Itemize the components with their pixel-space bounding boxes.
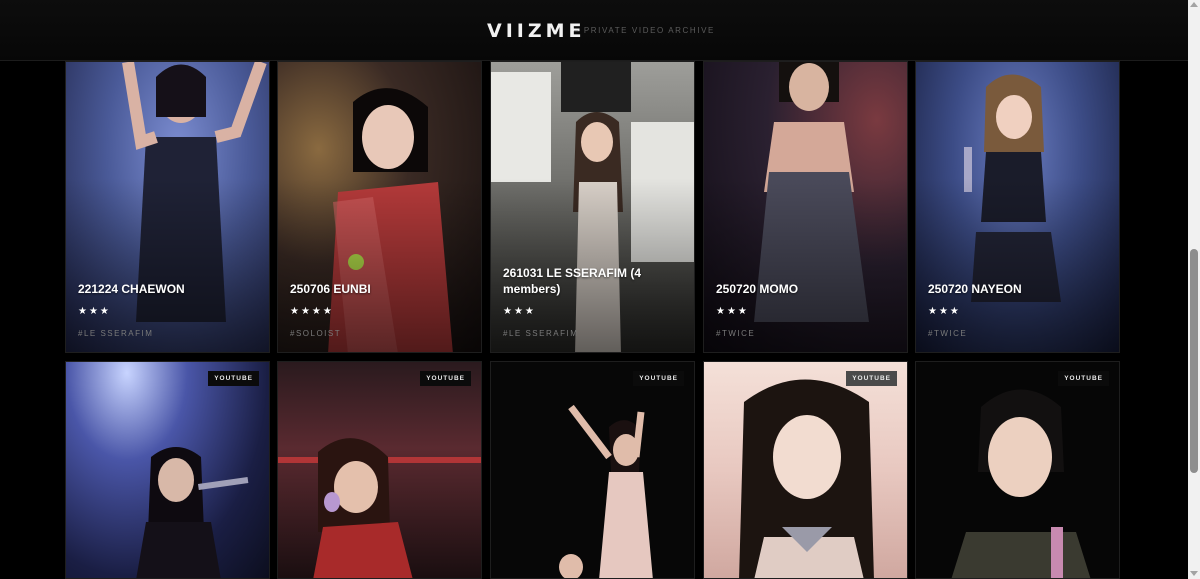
group-tag[interactable]: #TWICE [928,329,967,338]
video-title[interactable]: 250720 MOMO [716,281,897,297]
site-tagline: – PRIVATE VIDEO ARCHIVE [574,26,715,35]
site-logo[interactable]: VIIZME [487,20,586,42]
rating-stars: ★★★ [78,306,111,317]
video-card[interactable]: YOUTUBE [703,361,908,579]
video-card[interactable]: 221224 CHAEWON ★★★ #LE SSERAFIM [65,61,270,353]
card-gradient [704,178,907,352]
video-title[interactable]: 250720 NAYEON [928,281,1109,297]
video-card[interactable]: YOUTUBE [65,361,270,579]
video-card[interactable]: YOUTUBE [915,361,1120,579]
card-gradient [278,178,481,352]
youtube-badge: YOUTUBE [420,371,471,386]
youtube-badge: YOUTUBE [633,371,684,386]
video-card[interactable]: YOUTUBE [277,361,482,579]
video-title[interactable]: 221224 CHAEWON [78,281,259,297]
rating-stars: ★★★★ [290,306,334,317]
video-card[interactable]: 250706 EUNBI ★★★★ #SOLOIST [277,61,482,353]
performer-image [136,447,249,578]
video-card[interactable]: 250720 NAYEON ★★★ #TWICE [915,61,1120,353]
page-scrollbar[interactable] [1188,0,1200,579]
video-title[interactable]: 250706 EUNBI [290,281,471,297]
video-card[interactable]: 261031 LE SSERAFIM (4 members) ★★★ #LE S… [490,61,695,353]
rating-stars: ★★★ [928,306,961,317]
video-card[interactable]: YOUTUBE [490,361,695,579]
scrollbar-thumb[interactable] [1190,249,1198,473]
performer-image [739,379,874,578]
rating-stars: ★★★ [716,306,749,317]
group-tag[interactable]: #LE SSERAFIM [78,329,153,338]
performer-image [951,389,1091,578]
card-gradient [66,178,269,352]
group-tag[interactable]: #SOLOIST [290,329,341,338]
group-tag[interactable]: #TWICE [716,329,755,338]
group-tag[interactable]: #LE SSERAFIM [503,329,578,338]
card-gradient [916,178,1119,352]
video-card[interactable]: 250720 MOMO ★★★ #TWICE [703,61,908,353]
youtube-badge: YOUTUBE [1058,371,1109,386]
rating-stars: ★★★ [503,306,536,317]
scroll-down-arrow-icon[interactable] [1190,571,1198,576]
youtube-badge: YOUTUBE [208,371,259,386]
video-title[interactable]: 261031 LE SSERAFIM (4 members) [503,265,684,297]
video-grid: 221224 CHAEWON ★★★ #LE SSERAFIM 250706 E… [0,0,1188,579]
performer-image [559,404,653,578]
scroll-up-arrow-icon[interactable] [1190,2,1198,7]
performer-image [278,438,481,578]
site-header: VIIZME – PRIVATE VIDEO ARCHIVE [0,0,1188,61]
youtube-badge: YOUTUBE [846,371,897,386]
